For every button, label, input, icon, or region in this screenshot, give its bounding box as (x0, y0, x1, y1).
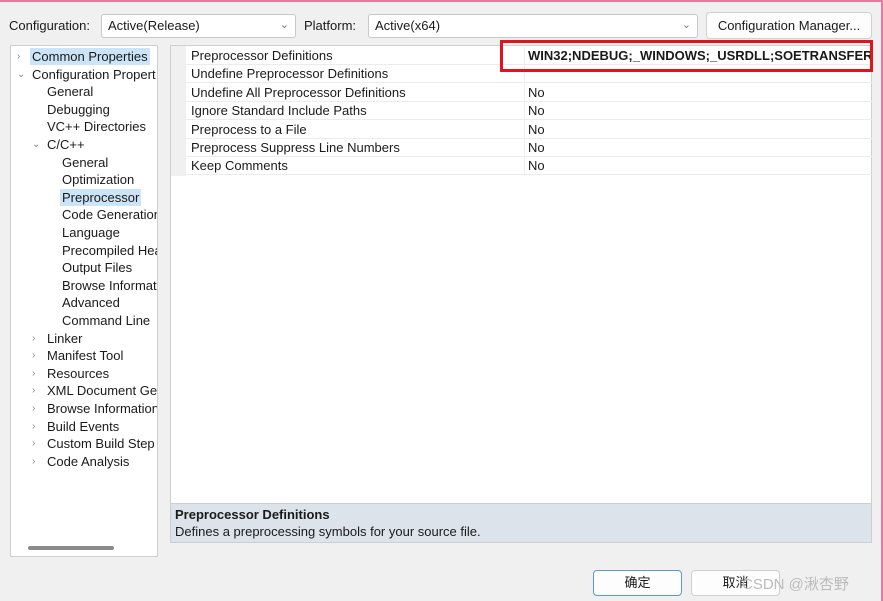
property-name: Ignore Standard Include Paths (191, 103, 367, 119)
property-name: Preprocess Suppress Line Numbers (191, 140, 400, 155)
tree-item[interactable]: Language (60, 224, 122, 241)
description-text: Defines a preprocessing symbols for your… (175, 524, 481, 539)
chevron-right-icon[interactable]: › (32, 453, 44, 470)
property-value[interactable]: No (524, 157, 872, 176)
configuration-label: Configuration: (9, 18, 90, 33)
tree-item[interactable]: › Resources (32, 365, 111, 382)
tree-item[interactable]: Advanced (60, 294, 122, 311)
watermark: CSDN @湫杏野 (742, 576, 849, 593)
tree-item-label: C/C++ (47, 137, 85, 152)
tree-item-label: Browse Information (47, 401, 158, 416)
tree-item-label: Browse Informat (62, 277, 157, 293)
tree-item[interactable]: › Linker (32, 330, 84, 347)
platform-value: Active(x64) (375, 18, 441, 33)
tree-item-label: VC++ Directories (47, 119, 146, 135)
tree-horizontal-scrollbar[interactable] (28, 546, 114, 550)
tree-item-label: Advanced (62, 295, 120, 311)
property-row[interactable]: Preprocess Suppress Line Numbers No (186, 139, 872, 157)
tree-item-label: General (62, 154, 109, 170)
tree-item-label: Code Analysis (47, 453, 130, 469)
chevron-down-icon: ⌄ (279, 19, 289, 31)
tree-item[interactable]: Preprocessor (60, 188, 142, 206)
chevron-right-icon[interactable]: › (32, 365, 44, 382)
property-grid: Preprocessor Definitions WIN32;NDEBUG;_WI… (170, 45, 872, 503)
property-name: Undefine Preprocessor Definitions (191, 66, 389, 82)
tree-item-label: Output Files (62, 260, 133, 276)
tree-item-label: Linker (47, 330, 83, 346)
chevron-right-icon[interactable]: › (32, 400, 44, 417)
tree-item[interactable]: VC++ Directories (45, 118, 148, 135)
property-row[interactable]: Preprocess to a File No (186, 120, 872, 139)
property-row[interactable]: Ignore Standard Include Paths No (186, 102, 872, 121)
description-title: Preprocessor Definitions (175, 507, 330, 522)
grid-gutter (171, 46, 186, 176)
tree-item-label: Optimization (62, 172, 135, 188)
highlight-box (500, 40, 873, 72)
tree-item-label: Preprocessor (62, 189, 140, 205)
tree-item-label: Custom Build Step (47, 436, 155, 452)
tree-item-label: Resources (47, 365, 110, 381)
tree-item[interactable]: Browse Informat (60, 277, 157, 294)
property-value[interactable]: No (524, 139, 872, 157)
property-tree[interactable]: › Common Properties ⌄ Configuration Propert… (10, 45, 158, 557)
tree-item[interactable]: Optimization (60, 171, 136, 188)
tree-item-label: General (47, 84, 94, 100)
property-name: Undefine All Preprocessor Definitions (191, 84, 406, 100)
property-name: Preprocess to a File (191, 121, 307, 137)
configuration-value: Active(Release) (108, 18, 200, 33)
tree-item-label: Manifest Tool (47, 348, 124, 364)
tree-item[interactable]: › XML Document Ger (32, 382, 158, 399)
platform-label: Platform: (304, 18, 357, 33)
tree-item-label: Configuration Propert (32, 66, 156, 82)
description-panel: Preprocessor Definitions Defines a prepr… (170, 503, 872, 543)
chevron-right-icon[interactable]: › (32, 418, 44, 435)
property-name: Keep Comments (191, 158, 288, 174)
chevron-down-icon[interactable]: ⌄ (17, 66, 29, 83)
tree-item[interactable]: General (45, 83, 95, 100)
tree-item[interactable]: › Custom Build Step (32, 435, 157, 452)
chevron-right-icon[interactable]: › (32, 382, 44, 399)
tree-item[interactable]: Code Generation (60, 206, 158, 223)
tree-item[interactable]: › Build Events (32, 418, 121, 435)
tree-item-label: Code Generation (62, 207, 158, 223)
property-value[interactable]: No (524, 120, 872, 139)
chevron-right-icon[interactable]: › (17, 48, 29, 65)
tree-item[interactable]: › Browse Information (32, 400, 158, 417)
tree-item[interactable]: Output Files (60, 259, 134, 276)
configuration-select[interactable]: Active(Release) ⌄ (101, 14, 296, 38)
tree-item-label: Common Properties (32, 49, 148, 64)
property-row[interactable]: Keep Comments No (186, 157, 872, 176)
tree-item-label: Precompiled Hea (62, 242, 158, 258)
chevron-down-icon: ⌄ (681, 19, 691, 31)
tree-item[interactable]: › Common Properties (17, 48, 150, 65)
configuration-manager-button[interactable]: Configuration Manager... (706, 12, 872, 39)
chevron-right-icon[interactable]: › (32, 347, 44, 364)
property-value[interactable]: No (524, 83, 872, 102)
tree-item[interactable]: General (60, 154, 110, 171)
property-row[interactable]: Undefine All Preprocessor Definitions No (186, 83, 872, 102)
platform-select[interactable]: Active(x64) ⌄ (368, 14, 698, 38)
tree-item-label: Command Line (62, 313, 151, 328)
tree-item[interactable]: ⌄ Configuration Propert (17, 66, 157, 83)
tree-item[interactable]: Precompiled Hea (60, 242, 158, 259)
chevron-right-icon[interactable]: › (32, 330, 44, 347)
ok-button[interactable]: 确定 (593, 570, 682, 596)
tree-item[interactable]: › Code Analysis (32, 453, 131, 470)
tree-item[interactable]: Debugging (45, 101, 112, 118)
chevron-right-icon[interactable]: › (32, 435, 44, 452)
property-name: Preprocessor Definitions (191, 48, 333, 63)
chevron-down-icon[interactable]: ⌄ (32, 136, 44, 153)
tree-item-label: Debugging (47, 101, 110, 117)
tree-item[interactable]: Command Line (60, 312, 152, 329)
tree-item-label: Language (62, 225, 120, 240)
tree-item[interactable]: ⌄ C/C++ (32, 136, 87, 153)
tree-item[interactable]: › Manifest Tool (32, 347, 125, 364)
tree-item-label: Build Events (47, 418, 120, 434)
property-value[interactable]: No (524, 102, 872, 121)
tree-item-label: XML Document Ger (47, 383, 158, 399)
